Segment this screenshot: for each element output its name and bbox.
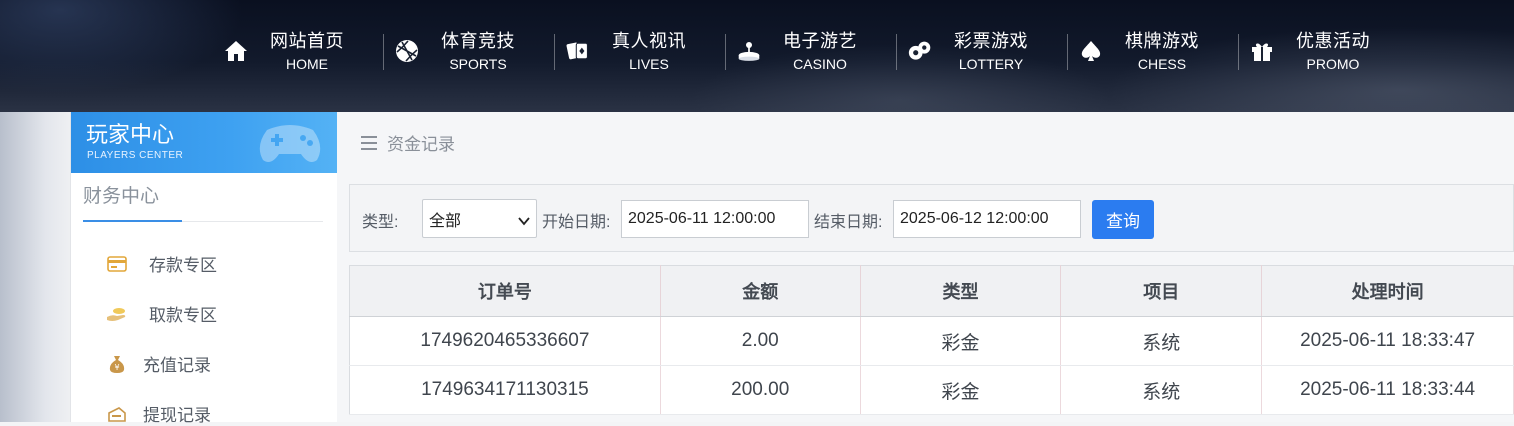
type-select-value: 全部 [429, 212, 462, 230]
type-cell: 彩金 [860, 316, 1062, 366]
nav-item-lives[interactable]: 真人视讯 LIVES [554, 24, 725, 78]
sidebar-item-label: 存款专区 [149, 256, 217, 275]
nav-label-cn: 真人视讯 [612, 30, 686, 51]
column-header-process-time: 处理时间 [1261, 265, 1514, 317]
table-row: 1749620465336607 2.00 彩金 系统 2025-06-11 1… [349, 316, 1514, 366]
money-bag-icon: ¥ [105, 353, 129, 375]
sidebar-item-label: 取款专区 [149, 306, 217, 325]
main-nav: 网站首页 HOME 体育竞技 SPORTS 真人视讯 LIVES 电子游艺 CASINO… [212, 24, 1409, 78]
item-cell: 系统 [1060, 316, 1263, 366]
menu-icon[interactable] [361, 135, 377, 150]
nav-label-en: LOTTERY [958, 55, 1024, 72]
basketball-icon [395, 39, 419, 63]
nav-item-sports[interactable]: 体育竞技 SPORTS [383, 24, 554, 78]
item-cell: 系统 [1060, 365, 1263, 415]
end-date-input[interactable]: 2025-06-12 12:00:00 [893, 200, 1081, 238]
column-header-type: 类型 [860, 265, 1062, 317]
tab-finance-center[interactable]: 财务中心 [83, 182, 183, 212]
sidebar-subtitle: PLAYERS CENTER [87, 150, 184, 161]
main-content: 资金记录 类型: 全部 开始日期: 2025-06-11 12:00:00 结束… [337, 112, 1514, 422]
nav-label-cn: 体育竞技 [441, 30, 515, 51]
spade-icon [1079, 39, 1103, 63]
query-button[interactable]: 查询 [1092, 200, 1154, 239]
breadcrumb-label: 资金记录 [387, 135, 455, 154]
end-date-label: 结束日期: [814, 214, 883, 231]
breadcrumb: 资金记录 [361, 130, 455, 155]
column-header-item: 项目 [1060, 265, 1263, 317]
sidebar-title: 玩家中心 [86, 122, 175, 147]
nav-label-en: LIVES [629, 55, 669, 72]
amount-cell: 200.00 [660, 365, 861, 415]
sidebar-item-label: 充值记录 [143, 356, 211, 375]
sidebar-item-recharge-record[interactable]: ¥ 充值记录 [105, 351, 211, 376]
nav-label-cn: 优惠活动 [1296, 30, 1370, 51]
nav-label-en: CHESS [1137, 55, 1187, 72]
gift-icon [1250, 39, 1274, 63]
svg-text:¥: ¥ [114, 363, 119, 372]
sidebar-header: 玩家中心 PLAYERS CENTER [71, 112, 337, 173]
filter-panel: 类型: 全部 开始日期: 2025-06-11 12:00:00 结束日期: 2… [349, 184, 1514, 252]
nav-item-home[interactable]: 网站首页 HOME [212, 24, 383, 78]
type-cell: 彩金 [860, 365, 1062, 415]
type-select[interactable]: 全部 [422, 199, 537, 238]
order-id-cell: 1749620465336607 [349, 316, 661, 366]
amount-cell: 2.00 [660, 316, 861, 366]
nav-label-en: SPORTS [449, 55, 507, 72]
fund-records-table: 订单号 金额 类型 项目 处理时间 1749620465336607 2.00 … [349, 265, 1514, 415]
nav-label-en: CASINO [793, 55, 847, 72]
nav-label-en: PROMO [1306, 55, 1360, 72]
process-time-cell: 2025-06-11 18:33:44 [1261, 365, 1514, 415]
table-row: 1749634171130315 200.00 彩金 系统 2025-06-11… [349, 365, 1514, 415]
deposit-card-icon [105, 253, 129, 275]
nav-label-cn: 棋牌游戏 [1125, 30, 1199, 51]
order-id-cell: 1749634171130315 [349, 365, 661, 415]
nav-item-lottery[interactable]: 彩票游戏 LOTTERY [896, 24, 1067, 78]
sidebar-item-label: 提现记录 [143, 406, 211, 425]
top-navigation-bar: 网站首页 HOME 体育竞技 SPORTS 真人视讯 LIVES 电子游艺 CASINO… [0, 0, 1514, 112]
nav-label-en: HOME [286, 55, 328, 72]
chevron-down-icon [518, 213, 530, 231]
nav-label-cn: 彩票游戏 [954, 30, 1028, 51]
process-time-cell: 2025-06-11 18:33:47 [1261, 316, 1514, 366]
sidebar-item-deposit[interactable]: 存款专区 [105, 251, 217, 276]
home-icon [224, 39, 248, 63]
tab-active-indicator [83, 220, 182, 222]
type-label: 类型: [362, 214, 399, 231]
nav-item-chess[interactable]: 棋牌游戏 CHESS [1067, 24, 1238, 78]
nav-item-casino[interactable]: 电子游艺 CASINO [725, 24, 896, 78]
sidebar-item-withdraw-record[interactable]: 提现记录 [105, 401, 211, 426]
nav-label-cn: 电子游艺 [783, 30, 857, 51]
gamepad-icon [253, 116, 327, 173]
sidebar-item-withdraw[interactable]: 取款专区 [105, 301, 217, 326]
nav-label-cn: 网站首页 [270, 30, 344, 51]
nav-item-promo[interactable]: 优惠活动 PROMO [1238, 24, 1409, 78]
column-header-order-id: 订单号 [349, 265, 661, 317]
withdraw-hand-icon [105, 303, 129, 325]
withdraw-record-icon [105, 403, 129, 425]
start-date-label: 开始日期: [542, 214, 611, 231]
playing-cards-icon [566, 39, 590, 63]
table-header-row: 订单号 金额 类型 项目 处理时间 [349, 265, 1514, 317]
sidebar: 玩家中心 PLAYERS CENTER 财务中心 存款专区 取款专区 ¥ 充值记… [70, 112, 337, 425]
lottery-balls-icon [908, 39, 932, 63]
joystick-icon [737, 39, 761, 63]
start-date-input[interactable]: 2025-06-11 12:00:00 [621, 200, 809, 238]
column-header-amount: 金额 [660, 265, 861, 317]
